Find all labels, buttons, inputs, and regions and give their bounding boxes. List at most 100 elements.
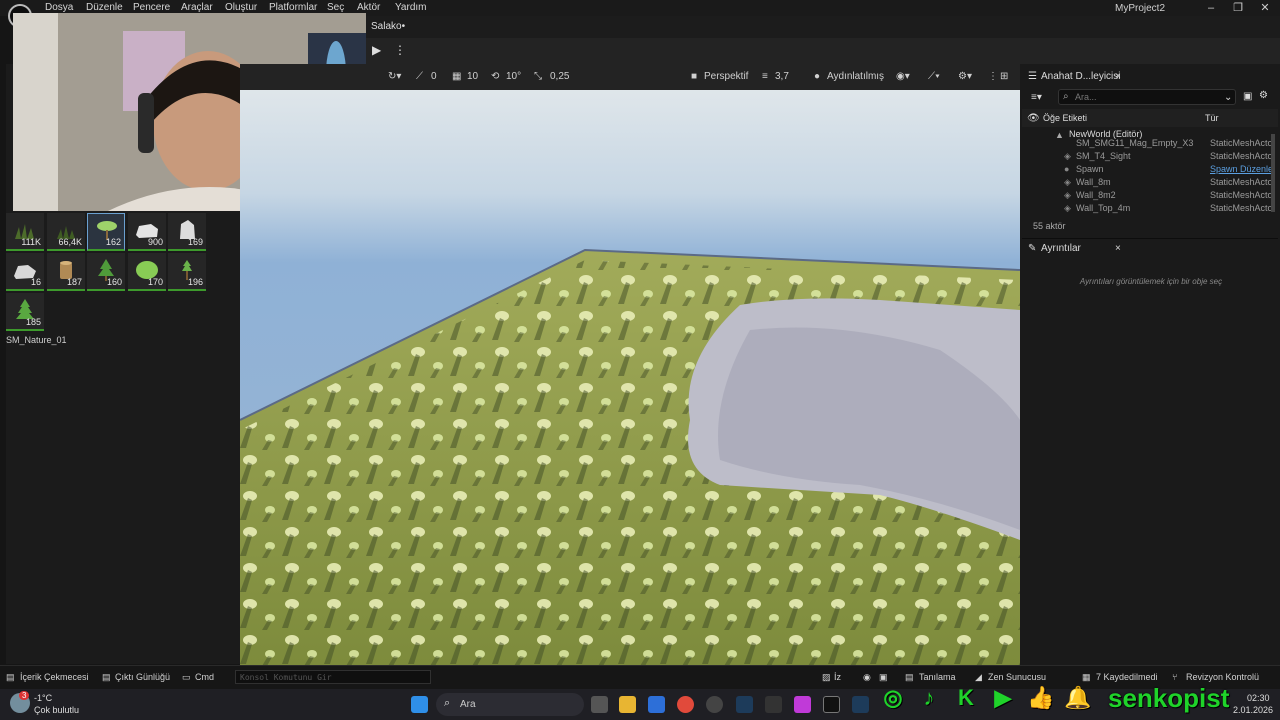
column-item-label[interactable]: Öğe Etiketi [1043, 113, 1087, 123]
github-icon[interactable] [706, 696, 723, 713]
rotation-snap-icon[interactable]: ⟲ [491, 71, 499, 82]
outliner-row[interactable]: SM_SMG11_Mag_Empty_X3 StaticMeshActo [1022, 138, 1274, 151]
surface-snap-icon[interactable]: ⟋ [416, 71, 423, 82]
asset-tile-bush-selected[interactable]: 162 [87, 213, 125, 251]
zen-server-button[interactable]: Zen Sunucusu [988, 672, 1046, 682]
asset-tile-rock-2[interactable]: 169 [168, 213, 206, 251]
scale-snap-value[interactable]: 0,25 [550, 71, 569, 82]
settings-gear-icon[interactable]: ⚙▾ [958, 71, 972, 82]
details-tab[interactable]: Ayrıntılar [1041, 243, 1081, 254]
eye-icon[interactable]: 👁 [1027, 113, 1040, 124]
actor-name: SM_T4_Sight [1076, 151, 1131, 161]
more-options-icon[interactable]: ⋮ [394, 43, 406, 57]
add-folder-icon[interactable]: ▣ [1243, 91, 1252, 102]
chrome-icon[interactable] [677, 696, 694, 713]
clock-time: 02:30 [1247, 693, 1270, 703]
unreal-engine-icon[interactable] [823, 696, 840, 713]
cmd-dropdown[interactable]: Cmd [195, 672, 214, 682]
trace-icon: ▨ [822, 672, 831, 682]
epic-games-icon[interactable] [765, 696, 782, 713]
app-icon[interactable] [794, 696, 811, 713]
edit-spawn-link[interactable]: Spawn Düzenle [1210, 164, 1273, 174]
minimize-button[interactable]: – [1204, 1, 1218, 15]
asset-tile-sapling[interactable]: 196 [168, 253, 206, 291]
trace-dropdown[interactable]: İz [834, 672, 841, 682]
close-tab-icon[interactable]: × [1115, 243, 1121, 254]
grid-size-value[interactable]: 10 [467, 71, 478, 82]
asset-count: 111K [21, 237, 41, 247]
store-icon[interactable] [648, 696, 665, 713]
asset-tile-rock-3[interactable]: 16 [6, 253, 44, 291]
play-icon[interactable]: ▶ [372, 43, 386, 57]
rotate-tool-icon[interactable]: ↻▾ [388, 71, 401, 82]
level-tab[interactable]: Salako• [371, 21, 405, 32]
outliner-row[interactable]: ◈ SM_T4_Sight StaticMeshActo [1022, 151, 1274, 164]
instagram-icon: ◎ [883, 685, 903, 710]
details-empty-message: Ayrıntıları görüntülemek için bir obje s… [1079, 277, 1223, 286]
menu-actor[interactable]: Aktör [357, 2, 380, 13]
outliner-row[interactable]: ◈ Wall_8m2 StaticMeshActo [1022, 190, 1274, 203]
transform-icon[interactable]: ⟋▾ [928, 71, 940, 82]
asset-tile-grass-2[interactable]: 66,4K [47, 213, 85, 251]
menu-file[interactable]: Dosya [45, 2, 73, 13]
diagnostics-button[interactable]: Tanılama [919, 672, 956, 682]
asset-count: 196 [187, 277, 203, 287]
actor-name: Wall_8m2 [1076, 190, 1116, 200]
outliner-row[interactable]: ● Spawn Spawn Düzenle [1022, 164, 1274, 177]
record-icon[interactable]: ◉ [863, 672, 871, 683]
outliner-row[interactable]: ◈ Wall_Top_4m StaticMeshActo [1022, 203, 1274, 216]
windows-start-icon[interactable] [411, 696, 428, 713]
revision-control-button[interactable]: Revizyon Kontrolü [1186, 672, 1259, 682]
viewport-layout-icon[interactable]: ⊞ [1000, 71, 1008, 82]
outliner-tab[interactable]: Anahat D...leyicisi [1041, 71, 1120, 82]
restore-button[interactable]: ❐ [1231, 1, 1245, 15]
snap-angle-value[interactable]: 0 [431, 71, 437, 82]
viewport-options-icon[interactable]: ⋮ [988, 71, 998, 82]
clock-date: 2.01.2026 [1233, 705, 1274, 715]
outliner-settings-icon[interactable]: ⚙ [1259, 90, 1268, 101]
spawn-icon: ● [1064, 164, 1070, 174]
asset-tile-stump[interactable]: 187 [47, 253, 85, 291]
menu-window[interactable]: Pencere [133, 2, 170, 13]
lighting-dropdown[interactable]: Aydınlatılmış [827, 71, 884, 82]
close-tab-icon[interactable]: × [1115, 71, 1121, 82]
output-log-button[interactable]: Çıktı Günlüğü [115, 672, 170, 682]
content-drawer-button[interactable]: İçerik Çekmecesi [20, 672, 89, 682]
content-drawer-icon: ▤ [6, 672, 15, 682]
rotation-snap-value[interactable]: 10° [506, 71, 521, 82]
chevron-down-icon[interactable]: ⌄ [1224, 92, 1232, 103]
menu-select[interactable]: Seç [327, 2, 344, 13]
mesh-icon: ◈ [1064, 190, 1071, 200]
asset-tile-shrub[interactable]: 170 [128, 253, 166, 291]
camera-speed-value[interactable]: 3,7 [775, 71, 789, 82]
actor-type: StaticMeshActo [1210, 177, 1273, 187]
outliner-scrollbar[interactable] [1271, 134, 1275, 212]
menu-platforms[interactable]: Platformlar [269, 2, 317, 13]
perspective-dropdown[interactable]: Perspektif [704, 71, 748, 82]
unsaved-button[interactable]: 7 Kaydedilmedi [1096, 672, 1158, 682]
asset-tile-pine[interactable]: 160 [87, 253, 125, 291]
menu-tools[interactable]: Araçlar [181, 2, 213, 13]
menu-edit[interactable]: Düzenle [86, 2, 123, 13]
asset-tile-pine-2[interactable]: 185 [6, 293, 44, 331]
filter-icon[interactable]: ≡▾ [1031, 92, 1042, 103]
actor-name: Wall_8m [1076, 177, 1111, 187]
menu-create[interactable]: Oluştur [225, 2, 257, 13]
taskbar-search[interactable] [436, 693, 584, 716]
show-flags-icon[interactable]: ◉▾ [896, 71, 910, 82]
file-explorer-icon[interactable] [619, 696, 636, 713]
outliner-row[interactable]: ◈ Wall_8m StaticMeshActo [1022, 177, 1274, 190]
close-window-button[interactable]: ✕ [1258, 1, 1272, 15]
column-type[interactable]: Tür [1205, 113, 1219, 123]
asset-tile-rock[interactable]: 900 [128, 213, 166, 251]
menu-help[interactable]: Yardım [395, 2, 427, 13]
task-view-icon[interactable] [591, 696, 608, 713]
steam-icon[interactable] [736, 696, 753, 713]
level-viewport[interactable]: ↻▾ ⟋ 0 ▦ 10 ⟲ 10° ⤡ 0,25 ■ Perspektif ≡ … [240, 64, 1020, 665]
actor-type: StaticMeshActo [1210, 138, 1273, 148]
scale-snap-icon[interactable]: ⤡ [534, 71, 542, 82]
grid-snap-icon[interactable]: ▦ [452, 71, 461, 82]
asset-tile-grass[interactable]: 111K [6, 213, 44, 251]
steam-icon-2[interactable] [852, 696, 869, 713]
screenshot-icon[interactable]: ▣ [879, 672, 888, 683]
